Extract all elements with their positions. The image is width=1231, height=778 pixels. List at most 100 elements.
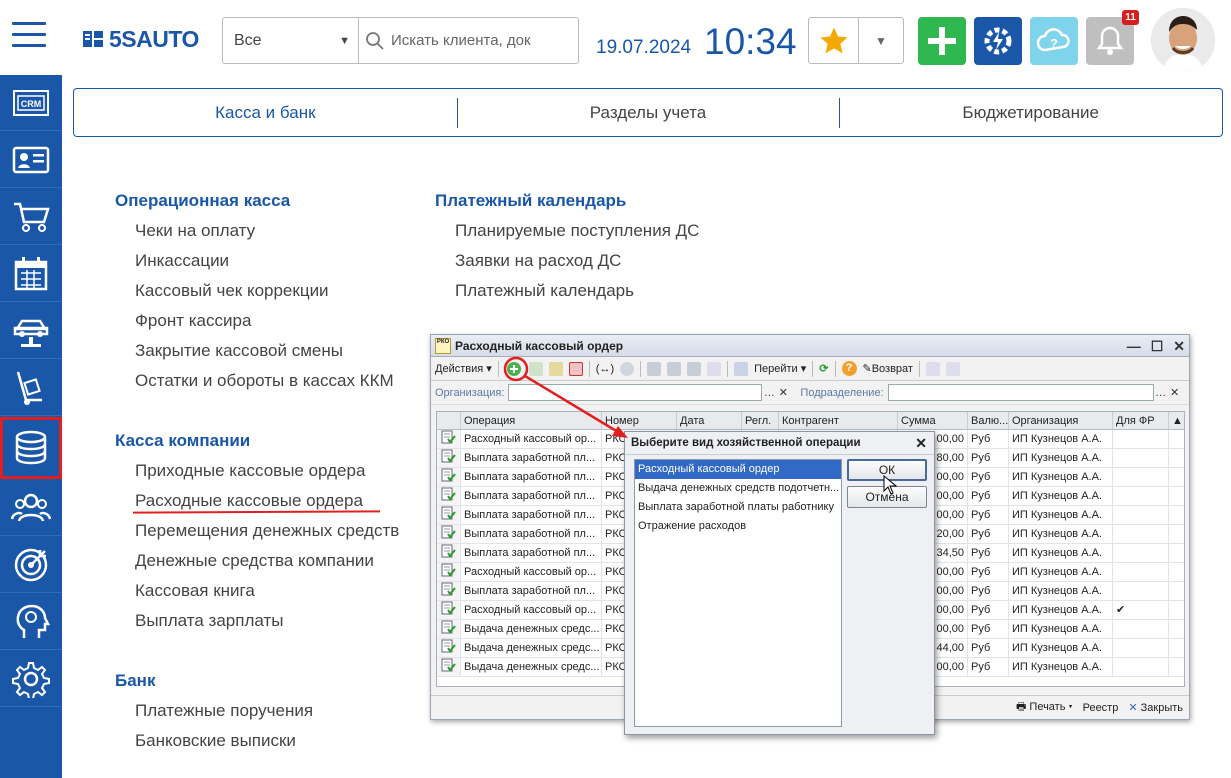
sidebar-item-warehouse[interactable]	[0, 360, 62, 416]
cell-operation: Выплата заработной пл...	[461, 449, 602, 467]
sidebar-item-sales[interactable]	[0, 189, 62, 245]
cell-organization: ИП Кузнецов А.А.	[1009, 563, 1113, 581]
toolbar-separator	[497, 360, 499, 377]
help-icon[interactable]: ?	[841, 361, 857, 376]
tab-cash-bank[interactable]: Касса и банк	[74, 89, 457, 136]
registry-button[interactable]: Реестр	[1083, 702, 1119, 714]
edit-icon[interactable]	[548, 361, 563, 376]
link-payment-orders[interactable]: Платежные поручения	[135, 701, 313, 721]
link-planned-receipts[interactable]: Планируемые поступления ДС	[455, 221, 699, 241]
sidebar-item-contacts[interactable]	[0, 132, 62, 188]
cell-currency: Руб	[968, 582, 1009, 600]
link-bank-statements[interactable]: Банковские выписки	[135, 731, 296, 751]
sidebar-item-marketing[interactable]	[0, 537, 62, 593]
actions-menu[interactable]: Действия ▾	[435, 362, 492, 375]
minimize-icon[interactable]: —	[1127, 338, 1141, 355]
operation-option[interactable]: Отражение расходов	[635, 517, 841, 536]
filter-clear-icon[interactable]	[707, 361, 722, 376]
sidebar-item-service[interactable]	[0, 303, 62, 359]
cell-operation: Выдача денежных средс...	[461, 658, 602, 676]
col-currency[interactable]: Валю...	[968, 412, 1009, 429]
posted-doc-icon	[441, 563, 456, 577]
link-incoming-orders[interactable]: Приходные кассовые ордера	[135, 461, 365, 481]
star-icon[interactable]	[809, 18, 859, 63]
logo[interactable]: 5SAUTO	[83, 26, 199, 52]
select-dots-icon[interactable]: …	[762, 387, 776, 399]
select-dots-icon[interactable]: …	[1154, 387, 1168, 399]
maximize-icon[interactable]: ☐	[1151, 338, 1164, 355]
tab-accounting-sections[interactable]: Разделы учета	[456, 89, 840, 136]
col-counterparty[interactable]: Контрагент	[779, 412, 898, 429]
link-payment-checks[interactable]: Чеки на оплату	[135, 221, 255, 241]
col-organization[interactable]: Организация	[1009, 412, 1113, 429]
tab-budgeting[interactable]: Бюджетирование	[839, 89, 1222, 136]
filter-icon[interactable]	[647, 361, 662, 376]
link-outgoing-orders[interactable]: Расходные кассовые ордера	[135, 491, 363, 511]
cell-for-fr	[1113, 582, 1169, 600]
help-button[interactable]: ?	[1030, 17, 1078, 65]
cell-for-fr	[1113, 563, 1169, 581]
link-expense-requests[interactable]: Заявки на расход ДС	[455, 251, 621, 271]
add-button[interactable]	[918, 17, 966, 65]
link-kkm-balances[interactable]: Остатки и обороты в кассах ККМ	[135, 371, 394, 391]
cell-organization: ИП Кузнецов А.А.	[1009, 506, 1113, 524]
refresh-icon[interactable]: ⟳	[819, 362, 828, 375]
col-sum[interactable]: Сумма	[898, 412, 968, 429]
posted-doc-icon	[441, 620, 456, 634]
settings-button[interactable]	[974, 17, 1022, 65]
copy-icon[interactable]	[528, 361, 543, 376]
goto-menu[interactable]: Перейти ▾	[754, 362, 806, 375]
posted-doc-icon	[441, 506, 456, 520]
link-salary-payout[interactable]: Выплата зарплаты	[135, 611, 283, 631]
col-date[interactable]: Дата	[677, 412, 742, 429]
operation-option[interactable]: Выплата заработной платы работнику	[635, 498, 841, 517]
sidebar-item-calendar[interactable]	[0, 246, 62, 302]
close-icon[interactable]: ✕	[915, 435, 927, 452]
menu-icon[interactable]	[12, 22, 46, 48]
dept-filter-input[interactable]	[887, 384, 1154, 401]
link-cash-book[interactable]: Кассовая книга	[135, 581, 255, 601]
filter-list-icon[interactable]	[667, 361, 682, 376]
sidebar-item-crm[interactable]: CRM	[0, 75, 62, 131]
user-avatar[interactable]	[1151, 8, 1215, 72]
clear-icon[interactable]: ✕	[1168, 386, 1182, 399]
link-cashier-front[interactable]: Фронт кассира	[135, 311, 251, 331]
sidebar-item-analytics[interactable]	[0, 594, 62, 650]
col-regl[interactable]: Регл.	[742, 412, 779, 429]
list-settings-icon[interactable]	[945, 361, 960, 376]
link-company-funds[interactable]: Денежные средства компании	[135, 551, 374, 571]
structure-icon[interactable]	[925, 361, 940, 376]
link-encashment[interactable]: Инкассации	[135, 251, 229, 271]
scroll-up-icon[interactable]: ▲	[1169, 412, 1184, 429]
operation-option[interactable]: Расходный кассовый ордер	[635, 460, 841, 479]
return-button[interactable]: ✎Возврат	[863, 362, 913, 375]
search-input[interactable]: Искать клиента, док	[359, 18, 578, 63]
add-record-button[interactable]	[505, 360, 523, 378]
sidebar-item-cash[interactable]	[0, 417, 62, 479]
bell-icon	[1096, 26, 1124, 55]
col-for-fr[interactable]: Для ФР	[1113, 412, 1169, 429]
col-number[interactable]: Номер	[602, 412, 677, 429]
link-payment-calendar[interactable]: Платежный календарь	[455, 281, 634, 301]
link-correction-receipt[interactable]: Кассовый чек коррекции	[135, 281, 329, 301]
link-close-shift[interactable]: Закрытие кассовой смены	[135, 341, 343, 361]
create-based-icon[interactable]	[734, 361, 749, 376]
search-scope-select[interactable]: Все ▼	[223, 18, 359, 63]
doc-icon	[437, 468, 461, 486]
chevron-down-icon[interactable]: ▼	[859, 18, 903, 63]
close-window-button[interactable]: ✕ Закрыть	[1128, 701, 1183, 714]
sidebar-item-settings[interactable]	[0, 651, 62, 707]
delete-icon[interactable]	[568, 361, 583, 376]
link-money-transfers[interactable]: Перемещения денежных средств	[135, 521, 399, 541]
clear-icon[interactable]: ✕	[776, 386, 790, 399]
col-operation[interactable]: Операция	[461, 412, 602, 429]
org-filter-input[interactable]	[508, 384, 763, 401]
sidebar-item-team[interactable]	[0, 480, 62, 536]
post-icon[interactable]: (↔)	[596, 363, 614, 375]
print-button[interactable]: 🖶 Печать ▾	[1016, 698, 1073, 717]
find-icon[interactable]	[620, 361, 635, 376]
filter-settings-icon[interactable]	[687, 361, 702, 376]
cell-organization: ИП Кузнецов А.А.	[1009, 639, 1113, 657]
close-icon[interactable]: ✕	[1173, 338, 1185, 355]
operation-option[interactable]: Выдача денежных средств подотчетн...	[635, 479, 841, 498]
